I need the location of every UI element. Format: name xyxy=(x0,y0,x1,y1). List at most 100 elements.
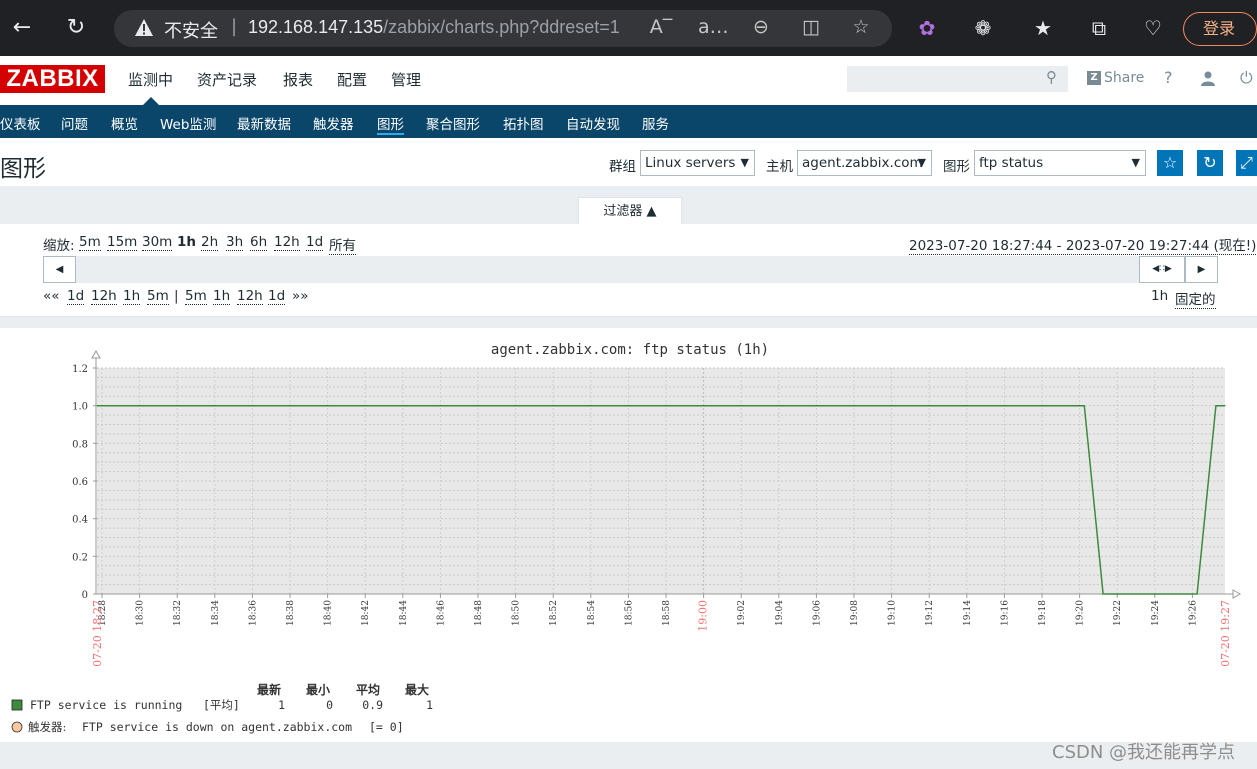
nav-reports[interactable]: 报表 xyxy=(283,69,313,90)
x-tick-label: 18:32 xyxy=(173,600,183,626)
extension-brain-icon[interactable]: ✿ xyxy=(914,16,940,40)
subnav-overview[interactable]: 概览 xyxy=(111,113,138,133)
subnav-problems[interactable]: 问题 xyxy=(61,113,88,133)
login-button[interactable]: 登录 xyxy=(1183,12,1257,46)
group-label: 群组 xyxy=(609,159,636,175)
subnav-triggers[interactable]: 触发器 xyxy=(313,113,354,133)
nav-inventory[interactable]: 资产记录 xyxy=(197,69,257,90)
csdn-watermark: CSDN @我还能再学点 xyxy=(1052,742,1236,763)
nav-next-link[interactable]: »» xyxy=(292,288,309,304)
share-link[interactable]: Share xyxy=(1104,70,1144,86)
zoom-1d[interactable]: 1d xyxy=(306,234,324,251)
zoom-2h[interactable]: 2h xyxy=(201,234,219,251)
translate-icon[interactable]: a… xyxy=(698,16,729,38)
x-tick-label: 19:18 xyxy=(1038,600,1048,626)
zoom-15m[interactable]: 15m xyxy=(107,234,138,251)
url-host: 192.168.147.135 xyxy=(248,17,384,37)
nav-administration[interactable]: 管理 xyxy=(391,69,421,90)
help-icon[interactable]: ? xyxy=(1164,68,1173,87)
performance-icon[interactable]: ♡ xyxy=(1140,16,1166,40)
x-tick-label: 18:50 xyxy=(512,600,522,626)
nav-back-1d[interactable]: 1d xyxy=(67,288,85,305)
extensions-icon[interactable]: ❁ xyxy=(970,16,996,40)
nav-back-5m[interactable]: 5m xyxy=(147,288,169,305)
zabbix-logo[interactable]: ZABBIX xyxy=(0,65,105,93)
x-axis-arrow xyxy=(1232,589,1242,599)
legend-item-func: [平均] xyxy=(203,698,240,712)
zoom-1h-selected[interactable]: 1h xyxy=(177,234,196,250)
host-select-value: agent.zabbix.com xyxy=(802,155,923,171)
subnav-discovery[interactable]: 自动发现 xyxy=(566,113,620,133)
favorites-icon[interactable]: ★ xyxy=(1030,16,1056,40)
share-icon[interactable]: Z xyxy=(1087,71,1101,85)
favorite-star-icon[interactable]: ☆ xyxy=(848,16,874,38)
nav-fwd-12h[interactable]: 12h xyxy=(237,288,263,305)
x-tick-label: 19:14 xyxy=(963,600,973,626)
series-point xyxy=(1215,405,1217,407)
filter-tab[interactable]: 过滤器 ▲ xyxy=(578,197,682,224)
x-tick-label: 19:22 xyxy=(1113,600,1123,626)
timeline-scrollbar[interactable] xyxy=(43,256,1218,283)
zoom-3h[interactable]: 3h xyxy=(226,234,244,251)
trigger-text: FTP service is down on agent.zabbix.com xyxy=(82,720,352,734)
legend-stat: 1 xyxy=(426,698,433,712)
nav-configuration[interactable]: 配置 xyxy=(337,69,367,90)
legend-header: 最小 xyxy=(306,682,330,697)
split-screen-icon[interactable]: ◫ xyxy=(798,16,824,38)
group-select-value: Linux servers xyxy=(645,155,736,171)
zoom-5m[interactable]: 5m xyxy=(79,234,101,251)
favorite-star-icon[interactable]: ☆ xyxy=(1157,150,1183,176)
user-profile-icon[interactable] xyxy=(1200,70,1216,86)
collections-icon[interactable]: ⧉ xyxy=(1086,16,1112,40)
search-icon[interactable]: ⚲ xyxy=(1046,68,1057,86)
x-tick-label: 19:12 xyxy=(925,600,935,626)
x-tick-label: 18:58 xyxy=(662,600,672,626)
legend-header: 平均 xyxy=(356,682,380,697)
back-icon[interactable]: ← xyxy=(6,12,38,44)
search-input[interactable] xyxy=(847,66,1068,92)
subnav-services[interactable]: 服务 xyxy=(642,113,669,133)
scroll-left-button[interactable]: ◀ xyxy=(43,256,76,283)
series-point xyxy=(96,405,98,407)
y-tick-label: 0.2 xyxy=(72,552,88,563)
zoom-all[interactable]: 所有 xyxy=(329,234,356,255)
nav-back-12h[interactable]: 12h xyxy=(91,288,117,305)
x-tick-label: 18:54 xyxy=(587,600,597,626)
zoom-30m[interactable]: 30m xyxy=(142,234,173,251)
read-aloud-icon[interactable]: A‾ xyxy=(648,16,674,38)
zoom-out-icon[interactable]: ⊖ xyxy=(748,16,774,38)
time-range-text[interactable]: 2023-07-20 18:27:44 - 2023-07-20 19:27:4… xyxy=(909,234,1257,255)
refresh-icon[interactable]: ↻ xyxy=(60,12,92,44)
graph-select-value: ftp status xyxy=(979,155,1044,171)
subnav-latest-data[interactable]: 最新数据 xyxy=(237,113,291,133)
subnav-maps[interactable]: 拓扑图 xyxy=(503,113,544,133)
scroll-right-button[interactable]: ▶ xyxy=(1185,256,1218,283)
sign-out-icon[interactable]: ⏻ xyxy=(1240,68,1253,88)
legend-swatch xyxy=(11,699,23,711)
graph-select[interactable]: ftp status ▼ xyxy=(974,150,1146,176)
host-select[interactable]: agent.zabbix.com ▼ xyxy=(797,150,932,176)
fixed-toggle[interactable]: 固定的 xyxy=(1175,288,1216,309)
zoom-6h[interactable]: 6h xyxy=(250,234,268,251)
ftp-status-graph: 1.21.00.80.60.40.2018:28 18:30 18:32 18:34 1… xyxy=(11,342,1242,734)
subnav-web[interactable]: Web监测 xyxy=(160,113,216,133)
nav-prev-link[interactable]: «« xyxy=(43,288,60,304)
url-separator: | xyxy=(231,16,238,37)
group-select[interactable]: Linux servers ▼ xyxy=(640,150,755,176)
nav-back-1h[interactable]: 1h xyxy=(123,288,141,305)
zoom-12h[interactable]: 12h xyxy=(274,234,300,251)
subnav-screens[interactable]: 聚合图形 xyxy=(426,113,480,133)
timeline-drag-handle[interactable]: ◀∷▶ xyxy=(1139,256,1185,283)
nav-fwd-1h[interactable]: 1h xyxy=(213,288,231,305)
refresh-icon[interactable]: ↻ xyxy=(1197,150,1223,176)
nav-fwd-1d[interactable]: 1d xyxy=(268,288,286,305)
host-label: 主机 xyxy=(766,159,793,175)
nav-monitoring[interactable]: 监测中 xyxy=(128,69,173,90)
subnav-dashboard[interactable]: 仪表板 xyxy=(0,113,41,133)
nav-fwd-5m[interactable]: 5m xyxy=(185,288,207,305)
subnav-graphs[interactable]: 图形 xyxy=(377,113,404,133)
url-text[interactable]: 192.168.147.135/zabbix/charts.php?ddrese… xyxy=(248,17,620,38)
security-label[interactable]: 不安全 xyxy=(164,17,218,43)
fullscreen-icon[interactable]: ⤢ xyxy=(1236,150,1257,176)
x-tick-label: 19:26 xyxy=(1188,600,1198,626)
